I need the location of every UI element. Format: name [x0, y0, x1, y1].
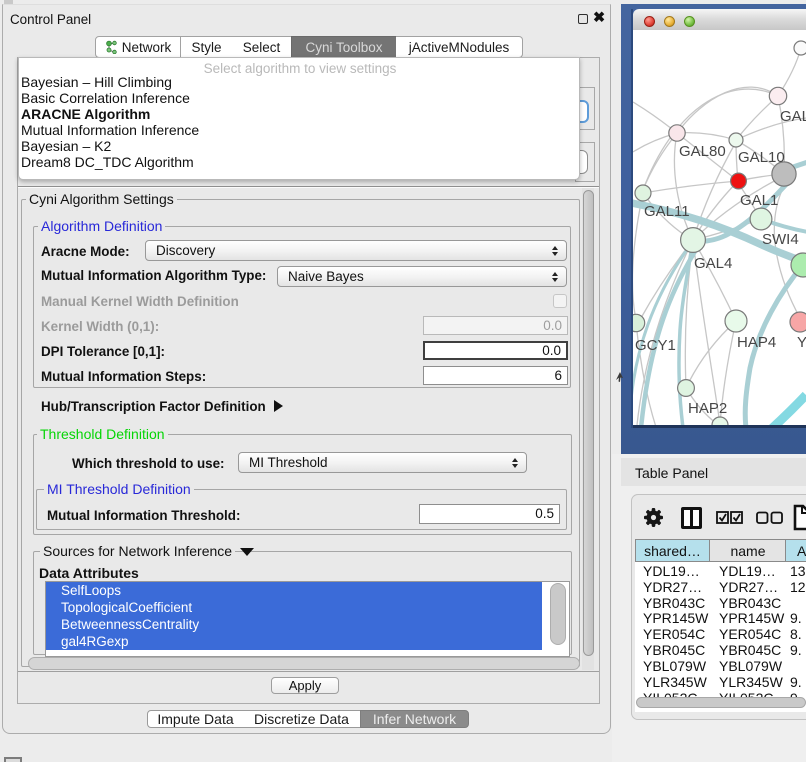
svg-text:GCY1: GCY1 [635, 337, 676, 354]
svg-text:HAP2: HAP2 [688, 400, 727, 417]
svg-text:GAL10: GAL10 [738, 149, 785, 166]
svg-text:GAL1: GAL1 [740, 192, 778, 209]
svg-text:GAL4: GAL4 [694, 255, 732, 272]
svg-text:GAL7: GAL7 [780, 108, 806, 125]
svg-text:YJ: YJ [797, 334, 806, 351]
svg-text:GAL11: GAL11 [644, 203, 690, 220]
svg-text:SWI4: SWI4 [762, 231, 799, 248]
svg-text:GAL80: GAL80 [679, 143, 726, 160]
svg-text:HAP4: HAP4 [737, 334, 776, 351]
